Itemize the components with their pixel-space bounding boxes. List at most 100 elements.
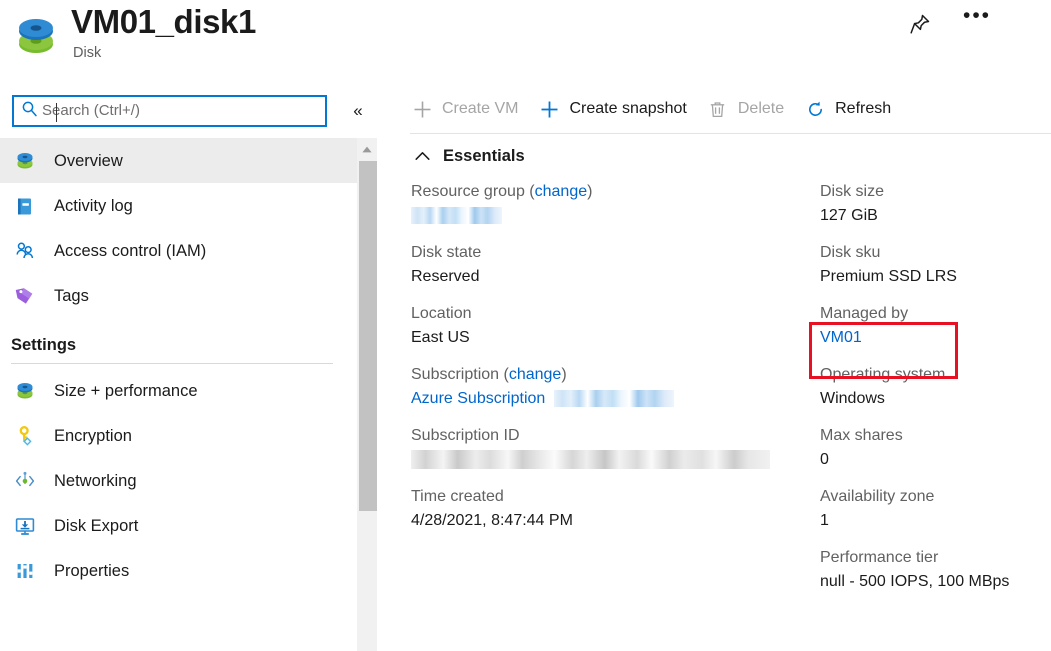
field-key: Location	[411, 302, 811, 326]
disk-icon	[10, 10, 62, 62]
command-label: Create snapshot	[562, 98, 686, 120]
essentials-fields: Resource group (change) Disk state Reser…	[400, 180, 1051, 650]
sidebar-item-activity-log[interactable]: Activity log	[0, 183, 357, 228]
sidebar-item-label: Encryption	[40, 425, 132, 447]
page-title: VM01_disk1	[71, 2, 256, 42]
blade-header: VM01_disk1 Disk •••	[0, 0, 1051, 78]
command-bar: Create VM Create snapshot	[400, 85, 1051, 133]
plus-icon	[536, 97, 562, 121]
field-max-shares: Max shares 0	[820, 424, 1051, 472]
page-subtitle: Disk	[73, 44, 101, 62]
field-value: Azure Subscription	[411, 387, 811, 411]
field-value: Reserved	[411, 265, 811, 289]
redacted-value	[554, 390, 674, 407]
pin-icon[interactable]	[905, 9, 935, 39]
refresh-button[interactable]: Refresh	[793, 89, 900, 129]
sidebar-item-disk-export[interactable]: Disk Export	[0, 503, 357, 548]
field-key: Subscription ID	[411, 424, 811, 448]
field-operating-system: Operating system Windows	[820, 363, 1051, 411]
sidebar: Search (Ctrl+/) « Overview	[0, 90, 380, 651]
field-value: 4/28/2021, 8:47:44 PM	[411, 509, 811, 533]
text-caret	[56, 103, 57, 122]
sidebar-item-access-control[interactable]: Access control (IAM)	[0, 228, 357, 273]
properties-icon	[10, 558, 40, 584]
field-key: Disk size	[820, 180, 1051, 204]
field-value	[411, 448, 811, 472]
field-value: VM01	[820, 326, 1051, 350]
essentials-toggle[interactable]: Essentials	[410, 145, 525, 167]
main-content: Create VM Create snapshot	[400, 85, 1051, 651]
field-key: Max shares	[820, 424, 1051, 448]
create-vm-button[interactable]: Create VM	[400, 89, 527, 129]
field-key: Performance tier	[820, 546, 1051, 570]
managed-by-link[interactable]: VM01	[820, 329, 862, 346]
field-value: 0	[820, 448, 1051, 472]
sidebar-group-settings: Settings	[0, 318, 357, 360]
essentials-right-column: Disk size 127 GiB Disk sku Premium SSD L…	[820, 180, 1051, 607]
field-value: 1	[820, 509, 1051, 533]
disk-export-icon	[10, 513, 40, 539]
field-value: null - 500 IOPS, 100 MBps	[820, 570, 1051, 594]
ellipsis-icon[interactable]: •••	[962, 8, 992, 38]
field-key: Availability zone	[820, 485, 1051, 509]
sidebar-item-size-performance[interactable]: Size + performance	[0, 368, 357, 413]
field-value: Premium SSD LRS	[820, 265, 1051, 289]
disk-icon	[10, 148, 40, 174]
trash-icon	[705, 97, 731, 121]
field-location: Location East US	[411, 302, 811, 350]
field-subscription: Subscription (change) Azure Subscription	[411, 363, 811, 411]
change-link[interactable]: change	[509, 366, 562, 383]
command-label: Create VM	[435, 98, 518, 120]
collapse-sidebar-button[interactable]: «	[344, 98, 372, 124]
field-availability-zone: Availability zone 1	[820, 485, 1051, 533]
field-resource-group: Resource group (change)	[411, 180, 811, 228]
sidebar-item-label: Overview	[40, 150, 123, 172]
sidebar-item-label: Properties	[40, 560, 129, 582]
field-time-created: Time created 4/28/2021, 8:47:44 PM	[411, 485, 811, 533]
delete-button[interactable]: Delete	[696, 89, 793, 129]
field-value: East US	[411, 326, 811, 350]
people-icon	[10, 238, 40, 264]
sidebar-item-properties[interactable]: Properties	[0, 548, 357, 593]
redacted-value	[411, 450, 770, 469]
field-key: Resource group (change)	[411, 180, 811, 204]
field-value: 127 GiB	[820, 204, 1051, 228]
field-managed-by: Managed by VM01	[820, 302, 1051, 350]
sidebar-item-label: Tags	[40, 285, 89, 307]
key-icon	[10, 423, 40, 449]
field-disk-size: Disk size 127 GiB	[820, 180, 1051, 228]
field-disk-sku: Disk sku Premium SSD LRS	[820, 241, 1051, 289]
field-disk-state: Disk state Reserved	[411, 241, 811, 289]
change-link[interactable]: change	[535, 183, 588, 200]
chevron-up-icon	[410, 146, 434, 166]
field-key: Operating system	[820, 363, 1051, 387]
search-placeholder: Search (Ctrl+/)	[42, 97, 325, 125]
essentials-left-column: Resource group (change) Disk state Reser…	[411, 180, 811, 546]
search-icon	[14, 100, 42, 122]
field-subscription-id: Subscription ID	[411, 424, 811, 472]
field-key-text: Resource group	[411, 183, 525, 200]
sidebar-item-label: Access control (IAM)	[40, 240, 206, 262]
sidebar-item-encryption[interactable]: Encryption	[0, 413, 357, 458]
sidebar-nav-list: Overview Activity log	[0, 138, 357, 651]
sidebar-scrollbar-thumb[interactable]	[359, 161, 377, 511]
sidebar-item-label: Disk Export	[40, 515, 138, 537]
sidebar-item-tags[interactable]: Tags	[0, 273, 357, 318]
scroll-up-arrow-icon[interactable]	[357, 138, 377, 160]
sidebar-item-label: Size + performance	[40, 380, 198, 402]
subscription-link[interactable]: Azure Subscription	[411, 390, 545, 407]
search-input[interactable]: Search (Ctrl+/)	[12, 95, 327, 127]
sidebar-item-label: Networking	[40, 470, 137, 492]
activity-log-icon	[10, 193, 40, 219]
sidebar-item-networking[interactable]: Networking	[0, 458, 357, 503]
sidebar-item-overview[interactable]: Overview	[0, 138, 357, 183]
redacted-value	[411, 207, 502, 224]
sidebar-item-label: Activity log	[40, 195, 133, 217]
command-label: Refresh	[828, 98, 891, 120]
tag-icon	[10, 283, 40, 309]
disk-icon	[10, 378, 40, 404]
field-value	[411, 204, 811, 228]
create-snapshot-button[interactable]: Create snapshot	[527, 89, 695, 129]
field-key: Disk state	[411, 241, 811, 265]
field-value: Windows	[820, 387, 1051, 411]
